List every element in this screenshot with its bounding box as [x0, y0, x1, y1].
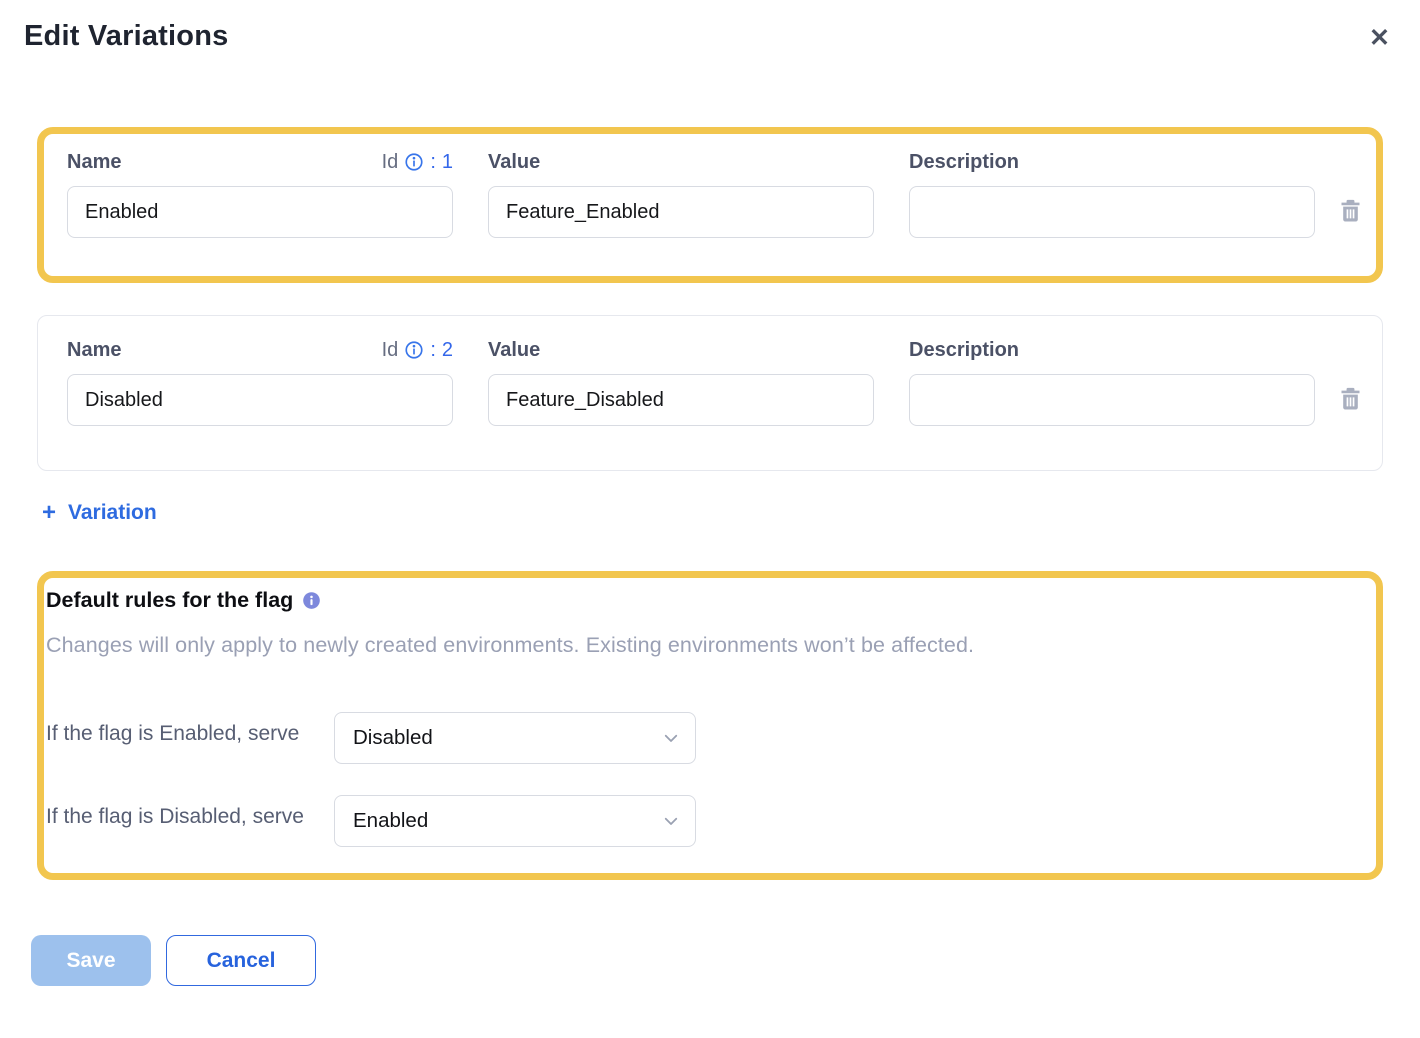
default-rules-title: Default rules for the flag: [46, 588, 293, 613]
trash-icon[interactable]: [1335, 195, 1366, 229]
add-variation-button[interactable]: + Variation: [42, 501, 157, 525]
id-separator: :: [430, 151, 436, 174]
variation-card-1: Name Id : 1 Value: [37, 127, 1383, 283]
value-column: Value: [488, 338, 874, 426]
variation-description-input[interactable]: [909, 374, 1315, 426]
variation-name-input[interactable]: [67, 374, 453, 426]
close-icon[interactable]: ✕: [1365, 22, 1394, 55]
dialog-footer: Save Cancel: [31, 935, 1420, 986]
name-column: Name Id : 1: [67, 150, 453, 238]
plus-icon: +: [42, 501, 56, 525]
edit-variations-dialog: Edit Variations ✕ Name Id : 1: [0, 0, 1420, 986]
variation-card-2: Name Id : 2 Value: [37, 315, 1383, 471]
page-title: Edit Variations: [24, 20, 228, 53]
value-label: Value: [488, 151, 540, 174]
name-label: Name: [67, 339, 121, 362]
id-value: 2: [442, 339, 453, 362]
value-label: Value: [488, 339, 540, 362]
chevron-down-icon: [662, 812, 680, 830]
info-icon[interactable]: [404, 340, 424, 360]
cancel-button[interactable]: Cancel: [166, 935, 316, 986]
id-separator: :: [430, 339, 436, 362]
variation-value-input[interactable]: [488, 374, 874, 426]
description-label: Description: [909, 151, 1019, 174]
default-rules-note: Changes will only apply to newly created…: [46, 633, 1356, 658]
variation-description-input[interactable]: [909, 186, 1315, 238]
rule-label: If the flag is Disabled, serve: [46, 795, 334, 832]
select-value: Enabled: [353, 809, 428, 833]
info-icon[interactable]: [404, 152, 424, 172]
rule-row-disabled: If the flag is Disabled, serve Enabled: [46, 795, 1356, 847]
save-button[interactable]: Save: [31, 935, 151, 986]
value-column: Value: [488, 150, 874, 238]
description-label: Description: [909, 339, 1019, 362]
rule-row-enabled: If the flag is Enabled, serve Disabled: [46, 712, 1356, 764]
variation-value-input[interactable]: [488, 186, 874, 238]
select-value: Disabled: [353, 726, 433, 750]
default-rules-section: Default rules for the flag Changes will …: [37, 571, 1383, 880]
name-label: Name: [67, 151, 121, 174]
id-label: Id: [382, 339, 399, 362]
variation-id-badge: Id : 2: [382, 339, 453, 362]
description-column: Description: [909, 338, 1315, 426]
variation-name-input[interactable]: [67, 186, 453, 238]
dialog-header: Edit Variations ✕: [0, 0, 1420, 58]
serve-select-enabled[interactable]: Disabled: [334, 712, 696, 764]
chevron-down-icon: [662, 729, 680, 747]
description-column: Description: [909, 150, 1315, 238]
info-filled-icon[interactable]: [302, 591, 321, 610]
id-label: Id: [382, 151, 399, 174]
variation-id-badge: Id : 1: [382, 151, 453, 174]
serve-select-disabled[interactable]: Enabled: [334, 795, 696, 847]
name-column: Name Id : 2: [67, 338, 453, 426]
add-variation-label: Variation: [68, 501, 157, 525]
rule-label: If the flag is Enabled, serve: [46, 712, 334, 749]
trash-icon[interactable]: [1335, 383, 1366, 417]
id-value: 1: [442, 151, 453, 174]
